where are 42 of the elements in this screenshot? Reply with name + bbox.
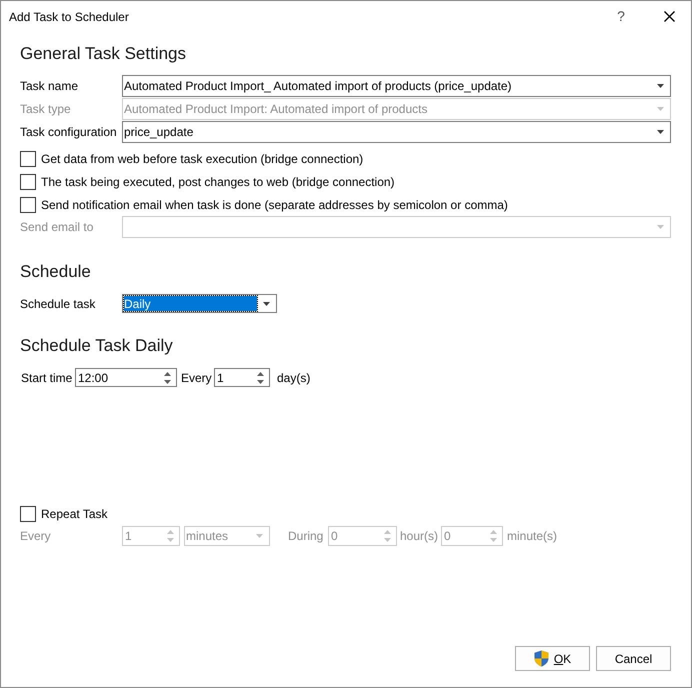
field-label: Every (20, 528, 52, 545)
field-label: Task configuration (20, 124, 118, 141)
shield-icon (534, 650, 549, 667)
combo-box[interactable]: price_update (122, 121, 671, 143)
spin-box[interactable]: 1 (214, 368, 270, 387)
field-label: During (288, 528, 324, 545)
caret-down-icon[interactable] (262, 302, 270, 306)
checkbox[interactable] (20, 174, 36, 190)
field-label: day(s) (277, 370, 310, 386)
cancel-button[interactable]: Cancel (596, 646, 671, 671)
window-title: Add Task to Scheduler (9, 8, 130, 26)
field-label: Task type (20, 101, 72, 118)
spin-box[interactable]: 12:00 (75, 368, 177, 387)
caret-up-icon[interactable] (256, 372, 264, 376)
caret-up-icon[interactable] (164, 372, 170, 376)
combo-box[interactable]: Automated Product Import_ Automated import of products (price_update) (122, 75, 671, 97)
checkbox[interactable] (20, 150, 36, 166)
selection-highlight: Daily (124, 296, 257, 311)
field-label: Task name (20, 78, 80, 95)
caret-down-icon[interactable] (657, 84, 664, 88)
ok-button[interactable]: OK (515, 646, 590, 671)
combo-box[interactable]: Daily (122, 294, 277, 313)
section-heading: General Task Settings (20, 43, 187, 65)
caret-down-icon[interactable] (256, 380, 264, 384)
checkbox-label[interactable]: Get data from web before task execution (bridge connection) (41, 150, 364, 168)
checkbox-label[interactable]: Repeat Task (41, 504, 108, 522)
checkbox-label[interactable]: The task being executed, post changes to web (bridge connection) (41, 172, 395, 190)
help-button[interactable]: ? (609, 4, 633, 28)
caret-down-icon[interactable] (657, 130, 664, 134)
checkbox[interactable] (20, 506, 36, 522)
field-label: hour(s) (400, 528, 438, 545)
caret-down-icon[interactable] (164, 380, 170, 384)
checkbox[interactable] (20, 196, 36, 212)
field-label: Every (181, 370, 213, 386)
section-heading: Schedule (20, 261, 92, 283)
checkbox-label[interactable]: Send notification email when task is done (separate addresses by semicolon or comma) (41, 196, 508, 214)
field-label: Start time (21, 370, 74, 386)
section-heading: Schedule Task Daily (20, 335, 174, 357)
field-label: minute(s) (507, 528, 558, 545)
field-label: Send email to (20, 219, 94, 236)
field-label: Schedule task (20, 296, 96, 312)
close-icon (664, 11, 674, 22)
